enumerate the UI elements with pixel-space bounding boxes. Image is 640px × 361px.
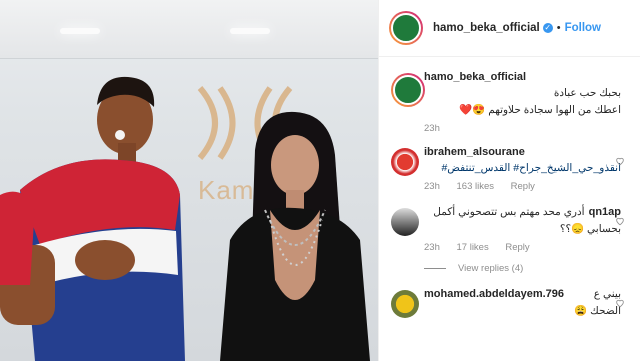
comment-body: mohamed.abdeldayem.796 بيني ع	[424, 288, 621, 300]
comment-meta: 23h 163 likes Reply	[424, 181, 621, 192]
caption-line-1: بحبك حب عبادة	[553, 87, 621, 99]
verified-icon: ✓	[542, 23, 553, 33]
comment-avatar[interactable]	[391, 208, 419, 236]
post-photo[interactable]: Kam	[0, 0, 378, 361]
comment-likes[interactable]: 163 likes	[457, 181, 495, 192]
comment-text: أدري محد مهتم بس تتصحوني أكمل	[433, 206, 585, 218]
ceiling-light	[60, 28, 100, 34]
separator-dot: •	[556, 22, 561, 34]
reply-button[interactable]: Reply	[511, 181, 535, 192]
post-header: hamo_beka_official ✓ • Follow	[379, 0, 640, 57]
comment-text-line-2: بحسابي 😞؟؟	[559, 223, 621, 235]
heart-icon[interactable]	[615, 216, 625, 226]
heart-icon[interactable]	[615, 298, 625, 308]
follow-button[interactable]: Follow	[565, 22, 601, 34]
comment-username[interactable]: ibrahem_alsourane	[424, 146, 621, 158]
author-avatar[interactable]	[389, 11, 423, 45]
caption-time: 23h	[424, 123, 440, 134]
caption-username[interactable]: hamo_beka_official	[424, 71, 621, 83]
view-replies-button[interactable]: View replies (4)	[424, 263, 621, 274]
comment-text-line-2: الضحك 😩	[574, 305, 621, 317]
comment: mohamed.abdeldayem.796 بيني ع الضحك 😩	[379, 288, 640, 318]
comment-avatar[interactable]	[391, 290, 419, 318]
caption-line-2: اعطك من الهوا سجادة حلاوتهم 😍❤️	[459, 104, 621, 116]
comment: ibrahem_alsourane انقذو_حي_الشيخ_جراح# ا…	[379, 146, 640, 192]
comment-avatar[interactable]	[391, 148, 419, 176]
author-username[interactable]: hamo_beka_official	[433, 22, 540, 34]
comment-body: أدري محد مهتم بس تتصحوني أكمل qn1ap	[424, 206, 621, 218]
heart-icon[interactable]	[615, 156, 625, 166]
post-sidebar: hamo_beka_official ✓ • Follow hamo_beka_…	[378, 0, 640, 361]
comment-username[interactable]: mohamed.abdeldayem.796	[424, 288, 564, 300]
caption-avatar-image	[393, 75, 423, 105]
author-avatar-image	[391, 13, 421, 43]
ceiling-light	[230, 28, 270, 34]
reply-button[interactable]: Reply	[505, 242, 529, 253]
view-replies-label: View replies (4)	[458, 263, 524, 274]
caption-avatar[interactable]	[391, 73, 425, 107]
comment-meta: 23h 17 likes Reply	[424, 242, 621, 253]
caption: hamo_beka_official بحبك حب عبادة اعطك من…	[379, 71, 640, 134]
replies-line	[424, 268, 446, 269]
man-figure	[0, 76, 185, 361]
woman-figure	[220, 111, 370, 361]
comment-likes[interactable]: 17 likes	[457, 242, 489, 253]
comment-time: 23h	[424, 242, 440, 253]
comment-text[interactable]: انقذو_حي_الشيخ_جراح# القدس_تنتفض#	[424, 162, 621, 174]
comment: أدري محد مهتم بس تتصحوني أكمل qn1ap بحسا…	[379, 206, 640, 274]
comment-time: 23h	[424, 181, 440, 192]
caption-meta: 23h	[424, 123, 621, 134]
